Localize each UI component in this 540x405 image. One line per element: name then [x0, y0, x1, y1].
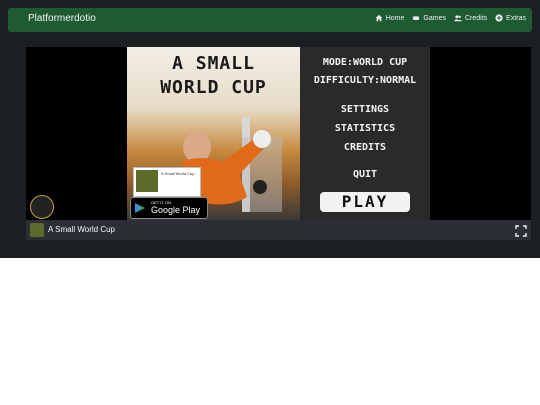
store-card-title: A Small World Cup [161, 171, 195, 176]
nav-links: Home Games Credits Extras [375, 14, 526, 22]
nav-extras-label: Extras [506, 14, 526, 22]
menu-difficulty[interactable]: DIFFICULTY:NORMAL [300, 75, 430, 86]
game-thumbnail-icon [136, 170, 158, 192]
game-main-menu: MODE:WORLD CUP DIFFICULTY:NORMAL SETTING… [300, 47, 430, 220]
nav-home-label: Home [385, 14, 405, 22]
game-cover-art: A SMALL WORLD CUP A Small World Cup GET … [127, 47, 300, 220]
plus-circle-icon [495, 14, 503, 22]
nav-extras[interactable]: Extras [495, 14, 526, 22]
menu-credits[interactable]: CREDITS [300, 142, 430, 153]
menu-quit[interactable]: QUIT [300, 169, 430, 180]
google-play-label: Google Play [151, 205, 201, 215]
navbar: Platformerdotio Home Games Credits Extra… [8, 8, 532, 32]
game-title: A Small World Cup [48, 225, 115, 234]
nav-credits-label: Credits [464, 14, 488, 22]
nav-home[interactable]: Home [375, 14, 405, 22]
store-listing-card[interactable]: A Small World Cup [133, 167, 201, 197]
users-icon [454, 15, 462, 22]
play-store-icon [135, 203, 145, 213]
home-icon [375, 14, 382, 22]
studio-logo-icon [30, 195, 54, 219]
game-info-bar: A Small World Cup [26, 220, 531, 240]
nav-credits[interactable]: Credits [454, 14, 487, 22]
google-play-badge[interactable]: GET IT ON Google Play [130, 197, 208, 219]
gamepad-icon [413, 16, 420, 20]
menu-mode[interactable]: MODE:WORLD CUP [300, 57, 430, 68]
menu-settings[interactable]: SETTINGS [300, 104, 430, 115]
nav-games-label: Games [423, 14, 446, 22]
menu-statistics[interactable]: STATISTICS [300, 123, 430, 134]
fullscreen-icon[interactable] [515, 224, 527, 237]
game-thumbnail-icon [30, 223, 44, 237]
game-art-title-line2: WORLD CUP [160, 77, 267, 98]
page-frame: Platformerdotio Home Games Credits Extra… [0, 0, 540, 258]
brand-logo-text[interactable]: Platformerdotio [28, 13, 96, 24]
play-button[interactable]: PLAY [320, 192, 410, 212]
nav-games[interactable]: Games [412, 14, 446, 22]
game-art-title-line1: A SMALL [172, 53, 255, 74]
